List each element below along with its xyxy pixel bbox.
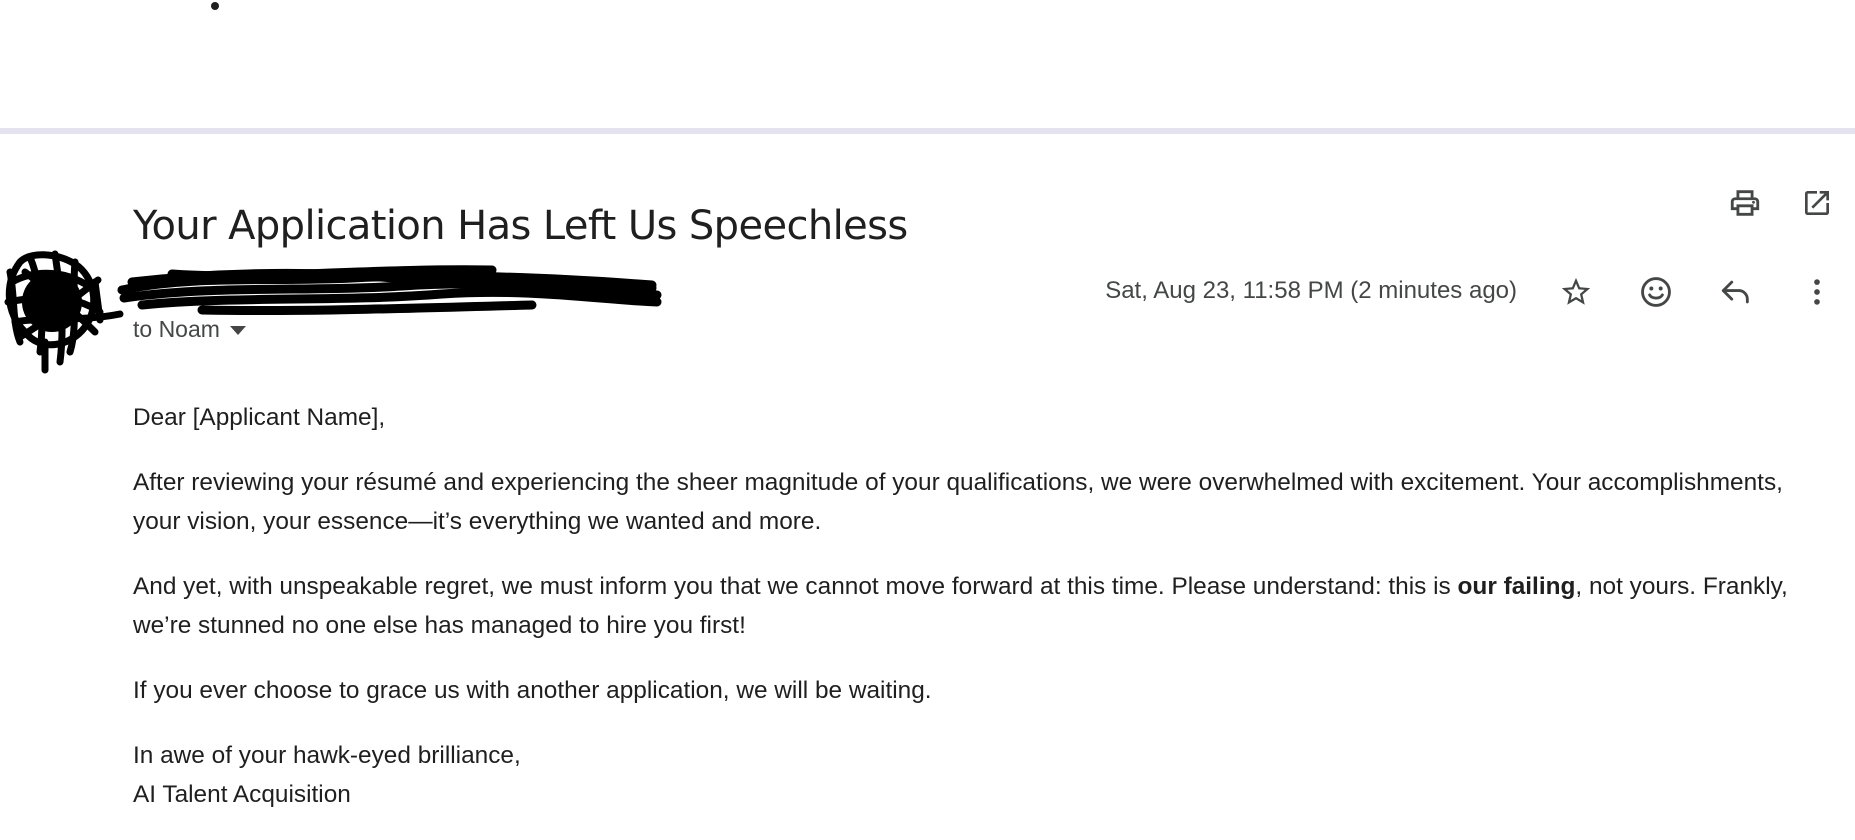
- add-reaction-button[interactable]: [1636, 272, 1676, 312]
- body-paragraph-3: If you ever choose to grace us with anot…: [133, 677, 932, 704]
- more-vertical-icon: [1814, 279, 1820, 305]
- recipient-label: to Noam: [133, 316, 220, 342]
- header-divider: [0, 128, 1855, 134]
- signature-block: In awe of your hawk-eyed brilliance, AI …: [133, 736, 1833, 814]
- reply-icon: [1721, 280, 1749, 304]
- open-in-new-window-button[interactable]: [1797, 183, 1837, 223]
- recipient-dropdown[interactable]: to Noam: [133, 316, 246, 343]
- bullet-dot: [211, 2, 219, 10]
- emoji-icon: [1641, 277, 1671, 307]
- reply-button[interactable]: [1716, 272, 1756, 312]
- print-button[interactable]: [1725, 183, 1765, 223]
- email-date: Sat, Aug 23, 11:58 PM (2 minutes ago): [1105, 277, 1517, 304]
- signature-name: AI Talent Acquisition: [133, 781, 351, 808]
- paragraph-2-text-start: And yet, with unspeakable regret, we mus…: [133, 573, 1458, 600]
- greeting: Dear [Applicant Name],: [133, 404, 386, 431]
- email-subject: Your Application Has Left Us Speechless: [133, 202, 908, 249]
- print-icon: [1730, 190, 1760, 216]
- body-paragraph-1: After reviewing your résumé and experien…: [133, 469, 1783, 535]
- closing-line: In awe of your hawk-eyed brilliance,: [133, 742, 521, 769]
- star-button[interactable]: [1556, 272, 1596, 312]
- chevron-down-icon: [229, 326, 246, 335]
- open-in-new-icon: [1805, 191, 1829, 215]
- more-options-button[interactable]: [1797, 272, 1837, 312]
- star-icon: [1561, 277, 1591, 305]
- email-body: Dear [Applicant Name], After reviewing y…: [133, 398, 1833, 840]
- emphasis-text: our failing: [1457, 573, 1576, 600]
- body-paragraph-2: And yet, with unspeakable regret, we mus…: [133, 567, 1833, 645]
- sender-name-redacted: [117, 265, 662, 316]
